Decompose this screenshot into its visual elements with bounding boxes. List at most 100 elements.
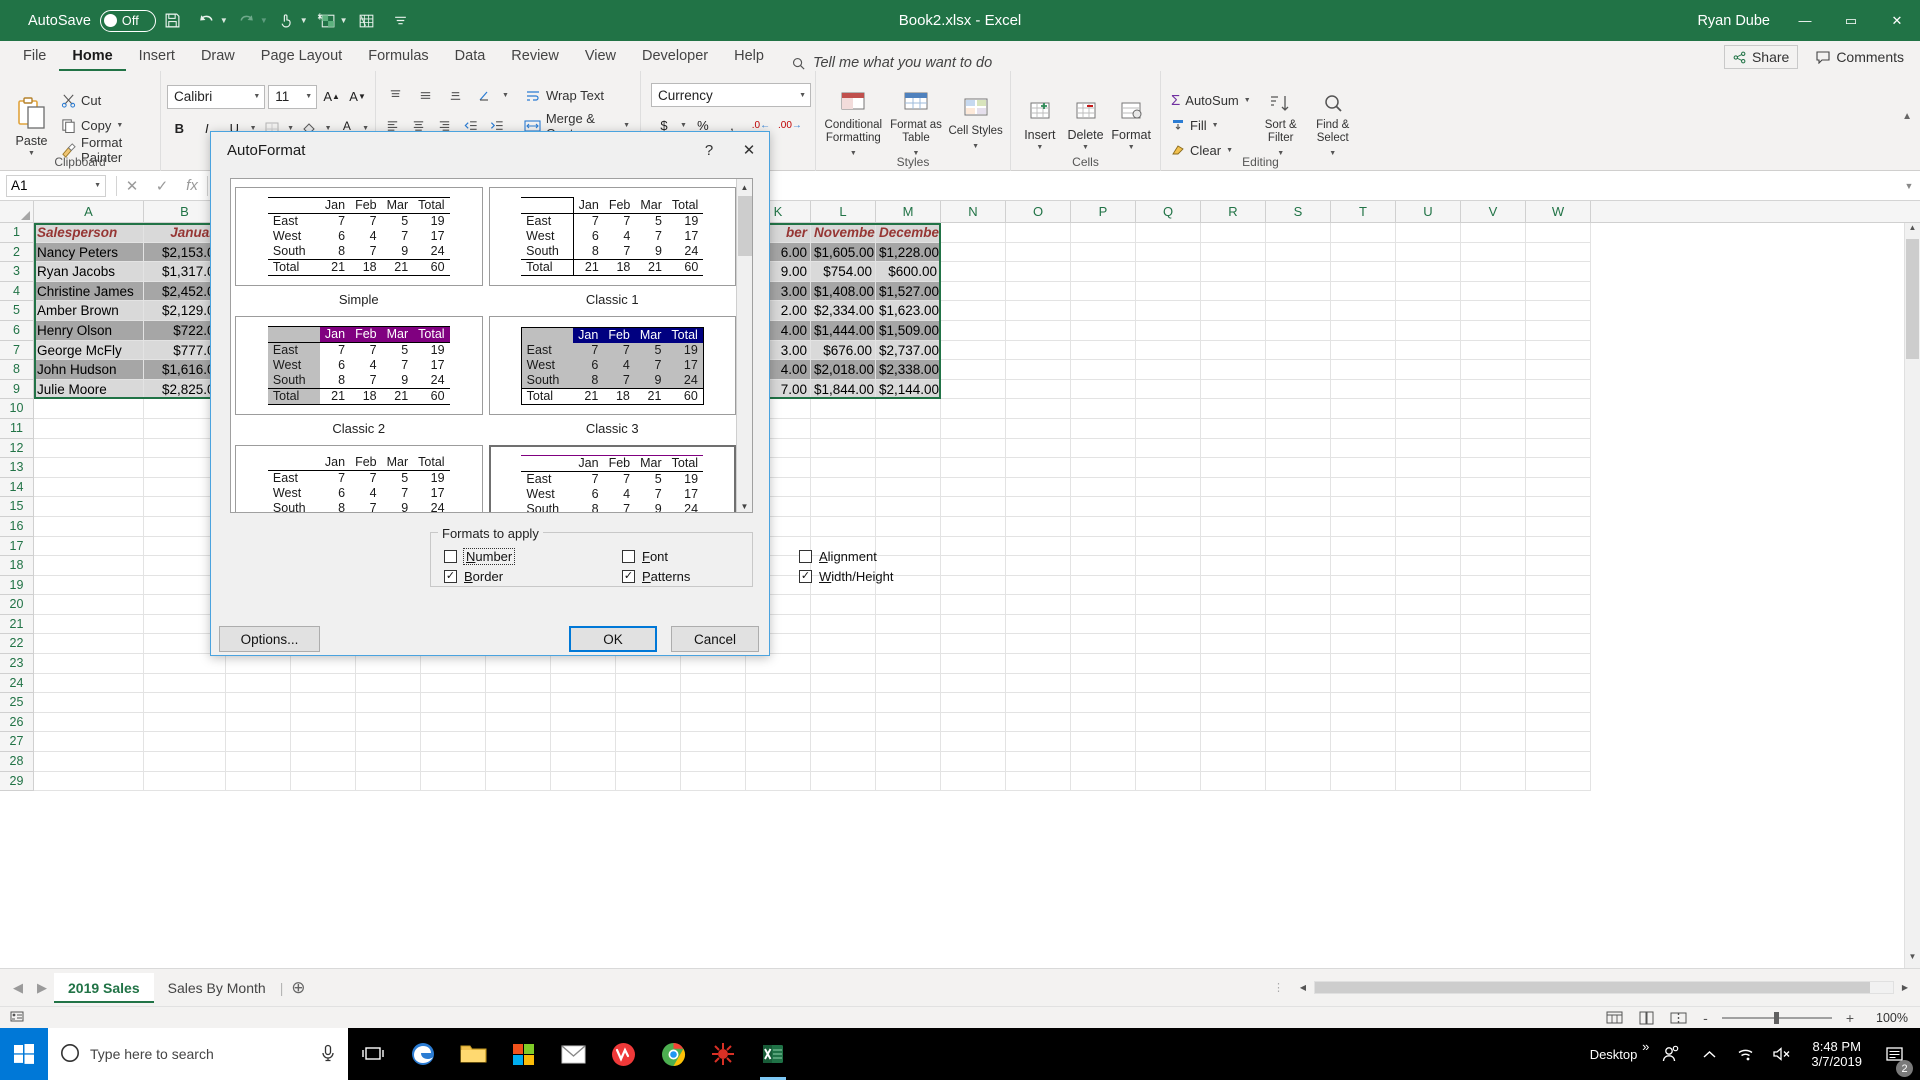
cell-P15[interactable]: [1071, 497, 1136, 517]
cell-A16[interactable]: [34, 516, 144, 537]
cell-S11[interactable]: [1266, 418, 1331, 439]
cell-E25[interactable]: [356, 693, 421, 713]
insert-function-icon[interactable]: fx: [177, 177, 207, 194]
scroll-down-icon[interactable]: ▼: [1905, 952, 1920, 968]
cell-N10[interactable]: [941, 399, 1006, 419]
cell-I25[interactable]: [616, 693, 681, 713]
cell-A25[interactable]: [34, 693, 144, 713]
cell-U4[interactable]: [1396, 281, 1461, 302]
delete-cells-dropdown-icon[interactable]: ▼: [1082, 144, 1089, 151]
cell-J24[interactable]: [681, 673, 746, 694]
cell-T28[interactable]: [1331, 752, 1396, 772]
cell-P5[interactable]: [1071, 301, 1136, 321]
cell-I26[interactable]: [616, 712, 681, 733]
chevron-up-icon[interactable]: [1693, 1028, 1725, 1080]
gallery-scroll-up-icon[interactable]: ▲: [737, 179, 752, 195]
cell-P17[interactable]: [1071, 536, 1136, 557]
cell-V19[interactable]: [1461, 575, 1526, 596]
cell-Q22[interactable]: [1136, 634, 1201, 655]
checkbox-width-height-box[interactable]: ✓: [799, 570, 812, 583]
cell-R2[interactable]: [1201, 242, 1266, 263]
cell-G23[interactable]: [486, 654, 551, 674]
cell-V25[interactable]: [1461, 693, 1526, 713]
row-header-7[interactable]: 7: [0, 341, 33, 361]
row-header-16[interactable]: 16: [0, 517, 33, 537]
cell-O18[interactable]: [1006, 556, 1071, 576]
cell-O1[interactable]: [1006, 223, 1071, 243]
cell-L11[interactable]: [811, 418, 876, 439]
cell-I27[interactable]: [616, 732, 681, 753]
action-center-icon[interactable]: 2: [1874, 1028, 1914, 1080]
cell-R24[interactable]: [1201, 673, 1266, 694]
cell-O7[interactable]: [1006, 340, 1071, 361]
cell-Q9[interactable]: [1136, 379, 1201, 400]
cell-O23[interactable]: [1006, 654, 1071, 674]
cell-U26[interactable]: [1396, 712, 1461, 733]
row-header-20[interactable]: 20: [0, 595, 33, 615]
table-row[interactable]: [34, 732, 1920, 753]
windows-icon[interactable]: [0, 1028, 48, 1080]
row-header-29[interactable]: 29: [0, 772, 33, 792]
cell-S14[interactable]: [1266, 477, 1331, 498]
cell-R16[interactable]: [1201, 516, 1266, 537]
cell-L20[interactable]: [811, 595, 876, 615]
page-break-view-icon[interactable]: [1667, 1009, 1689, 1027]
cell-R17[interactable]: [1201, 536, 1266, 557]
cell-N25[interactable]: [941, 693, 1006, 713]
cell-L22[interactable]: [811, 634, 876, 655]
font-size-dropdown-icon[interactable]: ▼: [305, 93, 312, 100]
cell-U23[interactable]: [1396, 654, 1461, 674]
cell-W21[interactable]: [1526, 614, 1591, 635]
cell-R1[interactable]: [1201, 223, 1266, 243]
cell-P19[interactable]: [1071, 575, 1136, 596]
cell-R21[interactable]: [1201, 614, 1266, 635]
checkbox-border[interactable]: ✓ Border: [444, 569, 503, 584]
row-header-13[interactable]: 13: [0, 458, 33, 478]
cell-N28[interactable]: [941, 752, 1006, 772]
cell-V1[interactable]: [1461, 223, 1526, 243]
cell-L8[interactable]: $2,018.00: [811, 360, 876, 380]
gallery-scroll-thumb[interactable]: [738, 196, 752, 256]
tab-developer[interactable]: Developer: [629, 42, 721, 71]
table-row[interactable]: [34, 693, 1920, 713]
cell-P23[interactable]: [1071, 654, 1136, 674]
cell-L21[interactable]: [811, 614, 876, 635]
cell-B24[interactable]: [144, 673, 226, 694]
cell-B27[interactable]: [144, 732, 226, 753]
cell-R3[interactable]: [1201, 262, 1266, 282]
cell-A20[interactable]: [34, 595, 144, 615]
cell-Q14[interactable]: [1136, 477, 1201, 498]
cell-J23[interactable]: [681, 654, 746, 674]
cell-T24[interactable]: [1331, 673, 1396, 694]
cell-N9[interactable]: [941, 379, 1006, 400]
cell-R19[interactable]: [1201, 575, 1266, 596]
cell-O25[interactable]: [1006, 693, 1071, 713]
cell-M14[interactable]: [876, 477, 941, 498]
format-option-accounting-1[interactable]: Jan Feb Mar Total East 7 7 5 19 West 6 4 7 17 South 8 7 9…: [235, 445, 483, 512]
cell-A29[interactable]: [34, 771, 144, 792]
cell-P25[interactable]: [1071, 693, 1136, 713]
cell-L27[interactable]: [811, 732, 876, 753]
cell-N8[interactable]: [941, 360, 1006, 380]
cell-M4[interactable]: $1,527.00: [876, 281, 941, 302]
cell-T4[interactable]: [1331, 281, 1396, 302]
undo-dropdown-icon[interactable]: ▼: [220, 16, 228, 25]
wifi-icon[interactable]: [1729, 1028, 1761, 1080]
cell-P4[interactable]: [1071, 281, 1136, 302]
cell-U6[interactable]: [1396, 320, 1461, 341]
cell-W1[interactable]: [1526, 223, 1591, 243]
cell-M27[interactable]: [876, 732, 941, 753]
format-cells-dropdown-icon[interactable]: ▼: [1128, 144, 1135, 151]
format-option-simple[interactable]: Jan Feb Mar Total East 7 7 5 19 West 6 4 7 17 South 8 7 9…: [235, 187, 483, 286]
zoom-slider[interactable]: [1721, 1011, 1832, 1025]
cell-G25[interactable]: [486, 693, 551, 713]
cell-E23[interactable]: [356, 654, 421, 674]
cell-A27[interactable]: [34, 732, 144, 753]
cell-Q26[interactable]: [1136, 712, 1201, 733]
orientation-icon[interactable]: [472, 84, 498, 108]
row-header-23[interactable]: 23: [0, 654, 33, 674]
cell-R15[interactable]: [1201, 497, 1266, 517]
cell-S21[interactable]: [1266, 614, 1331, 635]
cell-L13[interactable]: [811, 458, 876, 478]
cell-O4[interactable]: [1006, 281, 1071, 302]
